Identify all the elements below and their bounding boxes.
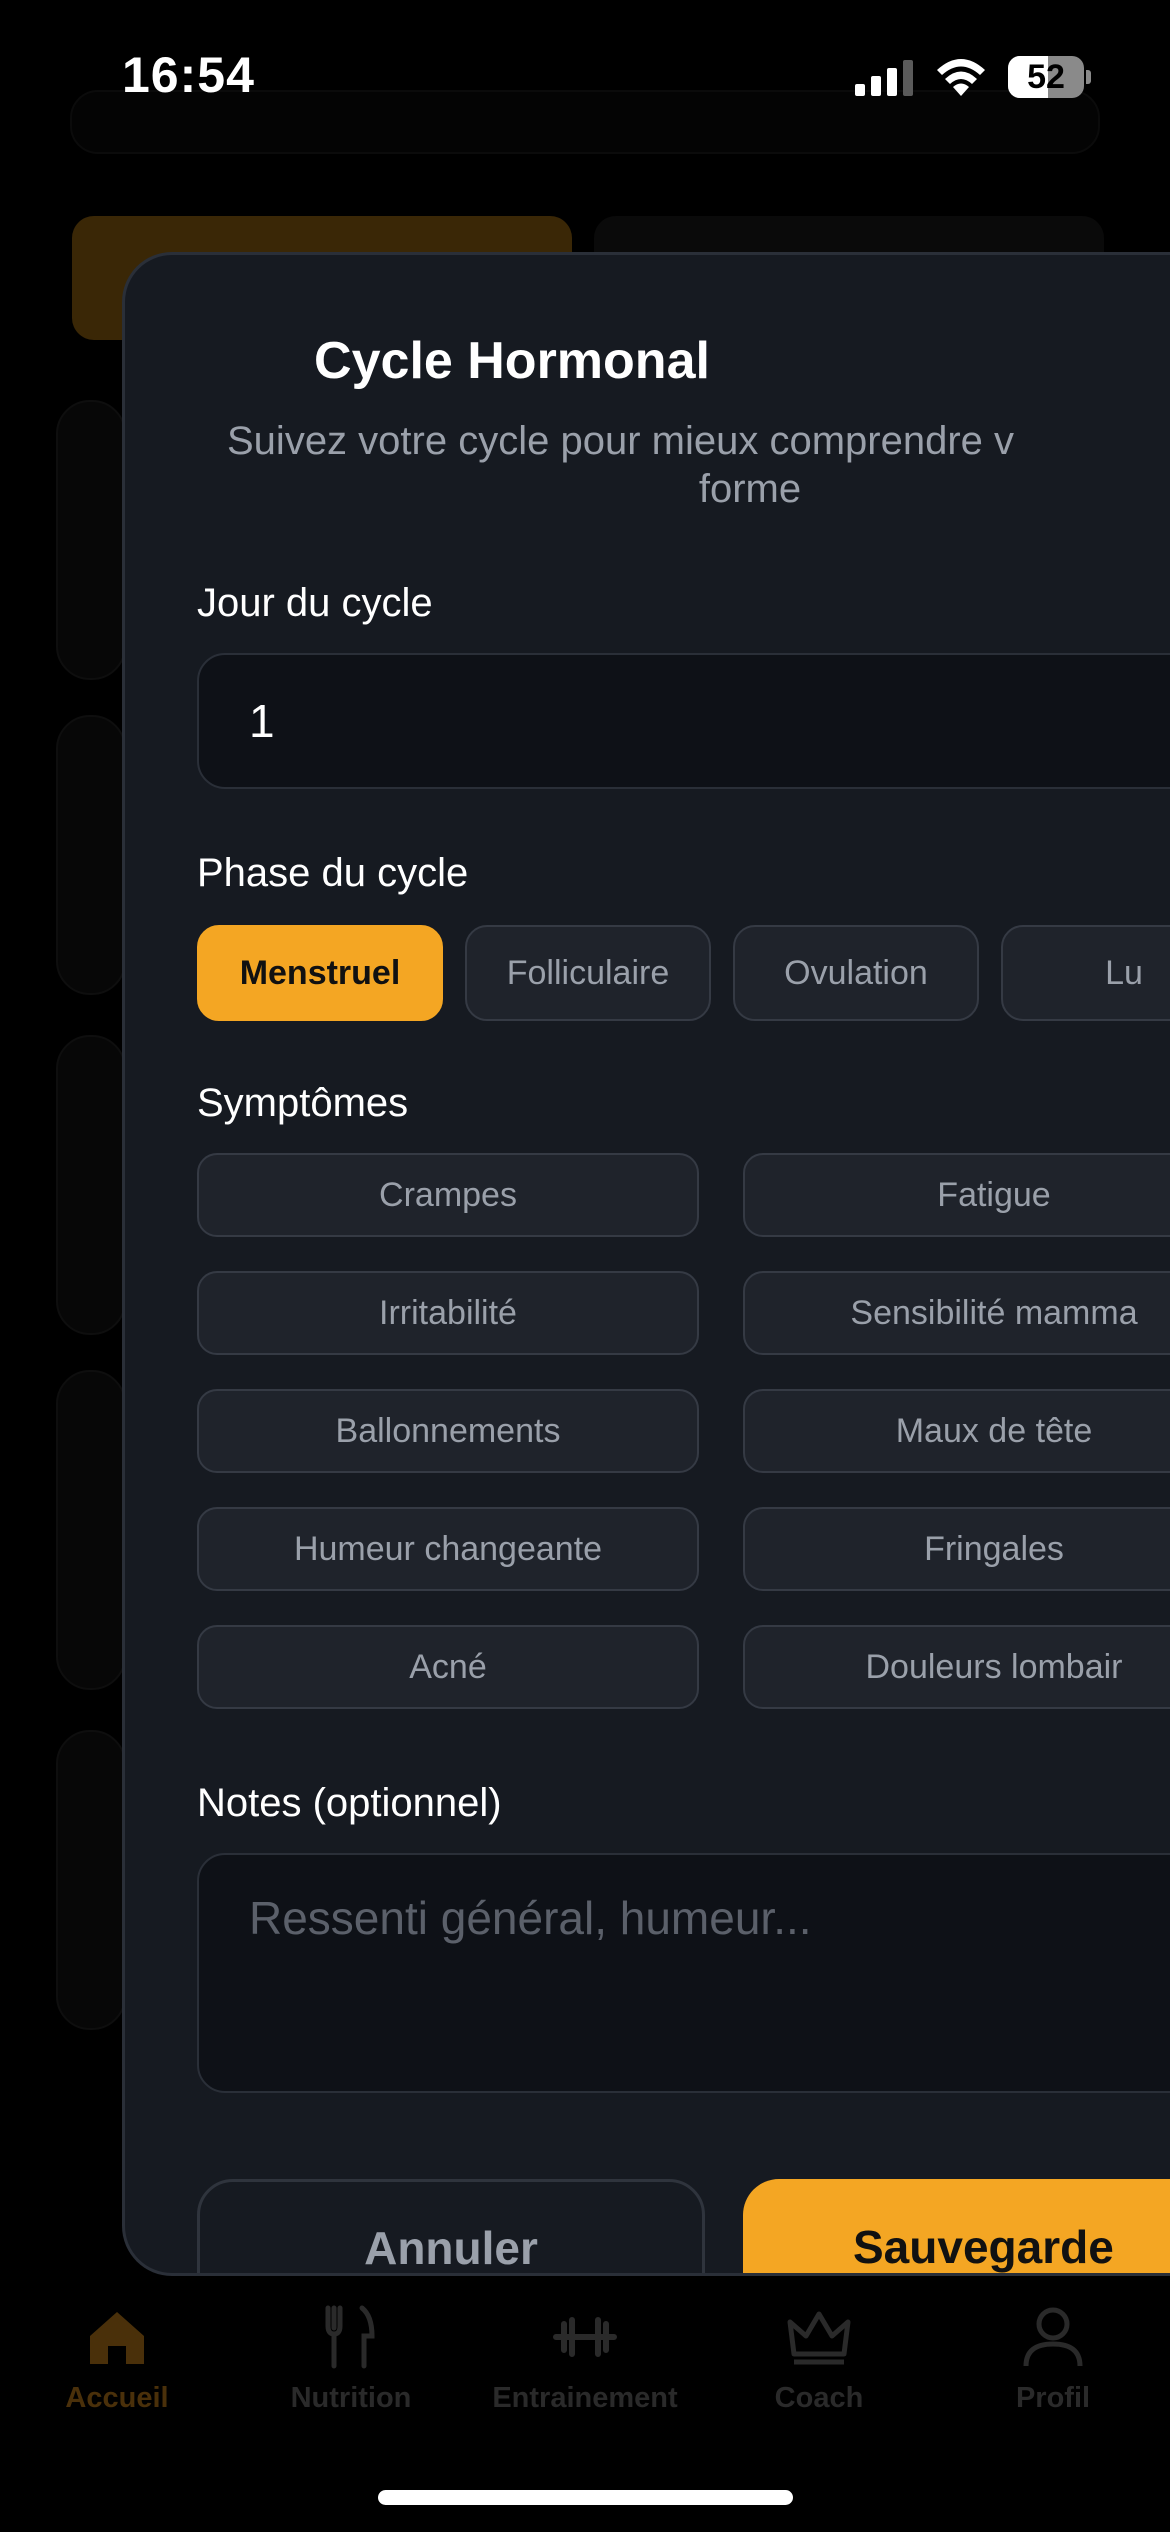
battery-indicator: 52 [1008,56,1091,98]
battery-percent: 52 [1027,58,1065,96]
tab-accueil[interactable]: Accueil [0,2290,234,2440]
dumbbell-icon [553,2317,617,2357]
sheet-subtitle-continued: forme [698,467,802,511]
battery-icon: 52 [1008,56,1084,98]
sheet-content: Cycle Hormonal Suivez votre cycle pour m… [125,255,1170,2273]
cancel-button[interactable]: Annuler [197,2179,705,2273]
notes-textarea[interactable]: Ressenti général, humeur... [197,1853,1170,2093]
cellular-signal-icon [855,60,913,96]
background-card [56,1370,126,1690]
phase-chip-menstruel[interactable]: Menstruel [197,925,443,1021]
symptoms-label: Symptômes [197,1081,409,1125]
tab-label: Accueil [65,2382,169,2414]
tab-label: Coach [774,2382,864,2414]
phase-chip-ovulation[interactable]: Ovulation [733,925,979,1021]
status-bar: 16:54 52 [0,0,1170,150]
symptom-crampes[interactable]: Crampes [197,1153,699,1237]
sheet-title: Cycle Hormonal [125,331,1170,391]
fork-knife-icon [325,2305,375,2369]
symptom-fringales[interactable]: Fringales [743,1507,1170,1591]
symptom-fatigue[interactable]: Fatigue [743,1153,1170,1237]
tab-entrainement[interactable]: Entrainement [468,2290,702,2440]
background-card [56,1730,126,2030]
person-icon [1023,2307,1083,2367]
cycle-day-input[interactable]: 1 [197,653,1170,789]
day-label: Jour du cycle [197,581,433,625]
sheet-title-text: Cycle Hormonal [314,332,710,390]
save-button[interactable]: Sauvegarde [743,2179,1170,2273]
battery-tip [1086,70,1091,84]
tab-label: Entrainement [492,2382,678,2414]
background-card [56,1035,126,1335]
tab-profil[interactable]: Profil [936,2290,1170,2440]
cycle-sheet: Cycle Hormonal Suivez votre cycle pour m… [122,252,1170,2276]
symptom-humeur-changeante[interactable]: Humeur changeante [197,1507,699,1591]
tab-nutrition[interactable]: Nutrition [234,2290,468,2440]
symptom-sensibilite-mammaire[interactable]: Sensibilité mamma [743,1271,1170,1355]
symptom-ballonnements[interactable]: Ballonnements [197,1389,699,1473]
phase-chip-folliculaire[interactable]: Folliculaire [465,925,711,1021]
home-icon [90,2312,144,2364]
tab-coach[interactable]: Coach [702,2290,936,2440]
notes-placeholder: Ressenti général, humeur... [249,1892,812,1944]
symptom-irritabilite[interactable]: Irritabilité [197,1271,699,1355]
symptom-acne[interactable]: Acné [197,1625,699,1709]
phase-label: Phase du cycle [197,851,469,895]
tab-label: Nutrition [290,2382,412,2414]
notes-label: Notes (optionnel) [197,1781,502,1825]
phase-chip-luteal[interactable]: Lu [1001,925,1170,1021]
wifi-icon [937,59,985,96]
sheet-subtitle: Suivez votre cycle pour mieux comprendre… [227,419,1014,463]
symptom-douleurs-lombaires[interactable]: Douleurs lombair [743,1625,1170,1709]
home-indicator [378,2490,793,2505]
status-time: 16:54 [122,47,255,103]
tab-bar: Accueil Nutrition Entrainement Coach Pro… [0,2290,1170,2440]
background-card [56,715,126,995]
tab-label: Profil [1015,2382,1091,2414]
crown-icon [787,2311,851,2365]
symptom-maux-de-tete[interactable]: Maux de tête [743,1389,1170,1473]
background-card [56,400,126,680]
